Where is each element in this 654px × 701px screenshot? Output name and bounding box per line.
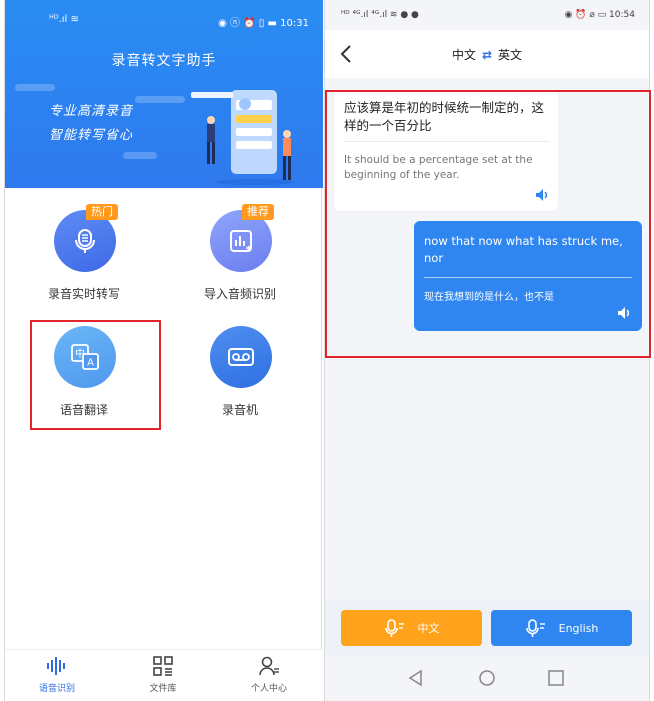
record-button-bar: 中文 English bbox=[325, 600, 649, 656]
mic-doc-icon bbox=[75, 229, 95, 253]
status-signal: ᴴᴰ ⁴ᴳ.ıl ⁴ᴳ.ıl ≋ ● ● bbox=[341, 10, 419, 20]
waveform-icon bbox=[17, 654, 97, 678]
hero-banner: ᴴᴰ.ıl ≋ ◉ ⓝ ⏰ ▯ ▬ 10:31 录音转文字助手 专业高清录音 智… bbox=[5, 0, 323, 188]
feature-label: 导入音频识别 bbox=[203, 287, 276, 301]
feature-recorder[interactable]: 录音机 bbox=[180, 326, 300, 436]
left-phone-screen: ᴴᴰ.ıl ≋ ◉ ⓝ ⏰ ▯ ▬ 10:31 录音转文字助手 专业高清录音 智… bbox=[4, 0, 323, 701]
tab-file-library[interactable]: 文件库 bbox=[123, 654, 203, 694]
feature-realtime-transcribe[interactable]: 热门 录音实时转写 bbox=[24, 204, 144, 320]
tab-speech-recognition[interactable]: 语音识别 bbox=[17, 654, 97, 694]
badge-hot: 热门 bbox=[86, 204, 118, 220]
source-language[interactable]: 中文 bbox=[452, 48, 476, 62]
translate-header: 中文 ⇄ 英文 bbox=[325, 30, 649, 78]
tab-personal-center[interactable]: 个人中心 bbox=[229, 654, 309, 694]
screenshot-root: ᴴᴰ.ıl ≋ ◉ ⓝ ⏰ ▯ ▬ 10:31 录音转文字助手 专业高清录音 智… bbox=[0, 0, 654, 701]
highlight-box bbox=[325, 90, 651, 358]
system-nav-bar bbox=[325, 656, 649, 701]
right-phone-screen: ᴴᴰ ⁴ᴳ.ıl ⁴ᴳ.ıl ≋ ● ● ◉ ⏰ ⌀ ▭ 10:54 中文 ⇄ 英文… bbox=[324, 0, 651, 701]
decor-bar bbox=[135, 96, 185, 103]
chart-import-icon bbox=[230, 230, 252, 252]
slogan-line2: 智能转写省心 bbox=[49, 128, 134, 143]
button-label: English bbox=[558, 621, 599, 635]
status-signal: ᴴᴰ.ıl ≋ bbox=[49, 14, 79, 25]
tab-label: 个人中心 bbox=[250, 684, 287, 694]
bottom-tab-bar: 语音识别 文件库 个人中心 bbox=[5, 649, 323, 701]
slogan-line1: 专业高清录音 bbox=[49, 104, 134, 119]
status-time: ◉ ⓝ ⏰ ▯ ▬ 10:31 bbox=[218, 18, 309, 29]
record-chinese-button[interactable]: 中文 bbox=[341, 610, 482, 646]
button-label: 中文 bbox=[417, 622, 440, 635]
app-title: 录音转文字助手 bbox=[111, 53, 217, 69]
swap-languages-icon[interactable]: ⇄ bbox=[482, 48, 492, 62]
user-icon bbox=[229, 654, 309, 678]
status-bar: ᴴᴰ ⁴ᴳ.ıl ⁴ᴳ.ıl ≋ ● ● ◉ ⏰ ⌀ ▭ 10:54 bbox=[325, 10, 649, 26]
feature-import-audio[interactable]: 推荐 导入音频识别 bbox=[180, 204, 300, 320]
target-language[interactable]: 英文 bbox=[498, 48, 522, 62]
record-english-button[interactable]: English bbox=[491, 610, 632, 646]
highlight-box bbox=[30, 320, 161, 430]
banner-illustration bbox=[191, 90, 295, 185]
feature-icon-circle bbox=[210, 326, 272, 388]
cassette-icon bbox=[228, 348, 254, 366]
mic-icon bbox=[384, 619, 404, 637]
decor-bar bbox=[15, 84, 55, 91]
tab-label: 语音识别 bbox=[38, 684, 75, 694]
nav-recents-icon[interactable] bbox=[547, 669, 565, 687]
mic-icon bbox=[525, 619, 545, 637]
decor-bar bbox=[123, 152, 157, 159]
status-time: ◉ ⏰ ⌀ ▭ 10:54 bbox=[564, 10, 635, 20]
grid-list-icon bbox=[123, 654, 203, 678]
feature-label: 录音机 bbox=[221, 403, 258, 417]
nav-home-icon[interactable] bbox=[478, 669, 496, 687]
nav-back-icon[interactable] bbox=[407, 669, 425, 687]
tab-label: 文件库 bbox=[149, 684, 177, 694]
badge-recommend: 推荐 bbox=[242, 204, 274, 220]
feature-label: 录音实时转写 bbox=[47, 287, 120, 301]
status-bar: ᴴᴰ.ıl ≋ ◉ ⓝ ⏰ ▯ ▬ 10:31 bbox=[5, 12, 323, 29]
language-switch[interactable]: 中文 ⇄ 英文 bbox=[325, 46, 649, 63]
